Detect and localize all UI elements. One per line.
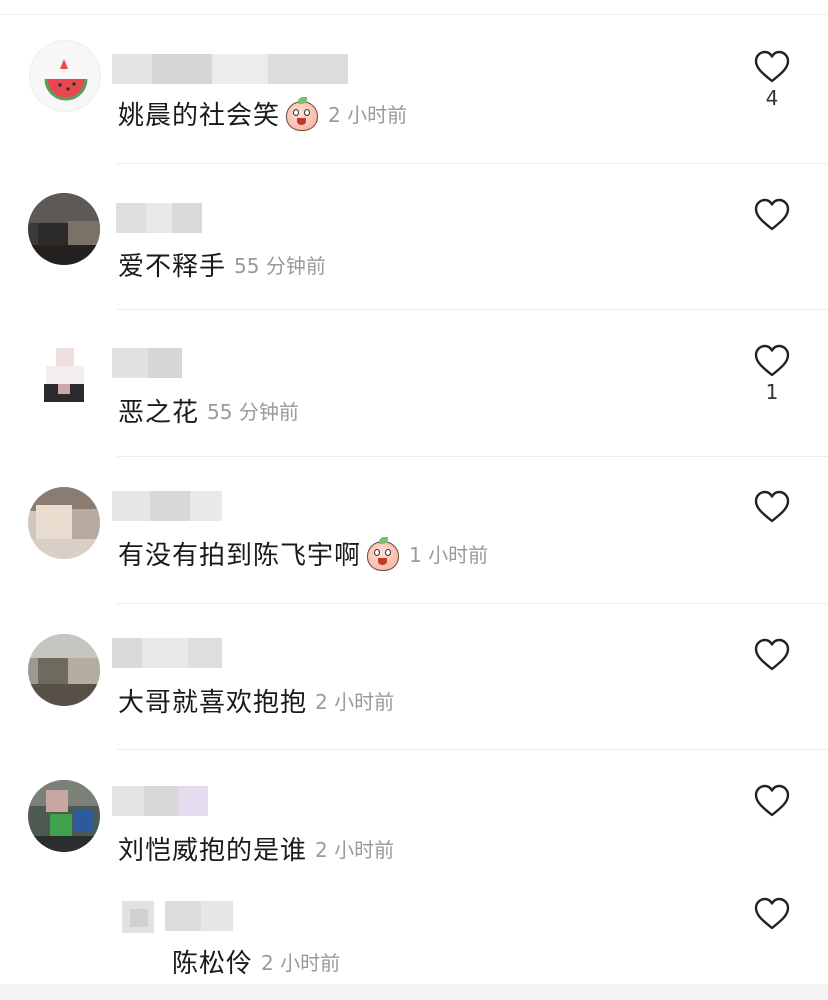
username-blurred[interactable] [116,203,202,233]
like-button[interactable]: 4 [750,50,794,110]
like-button[interactable] [750,784,794,820]
divider [117,749,828,750]
username-blurred[interactable] [112,348,182,378]
username-blurred[interactable] [112,491,222,521]
comment-text: 恶之花 [118,398,200,428]
avatar[interactable] [28,340,100,412]
comment-text: 刘恺威抱的是谁 [118,836,308,866]
comment-text: 姚晨的社会笑 [118,101,281,131]
comment-text-row: 刘恺威抱的是谁 2 小时前 [118,830,394,867]
divider [117,456,828,457]
reply-text-row: 陈松伶 2 小时前 [172,943,340,980]
comment-text-row: 姚晨的社会笑 2 小时前 [118,95,407,132]
comment-time: 55 分钟前 [207,400,299,424]
avatar[interactable] [28,487,100,559]
reply-avatar[interactable] [122,901,154,933]
divider [117,309,828,310]
comment-text: 大哥就喜欢抱抱 [118,688,308,718]
avatar[interactable] [28,634,100,706]
comment-time: 2 小时前 [315,838,395,862]
avatar[interactable] [28,193,100,265]
like-button[interactable] [750,198,794,234]
bottom-edge [0,984,828,1000]
username-blurred[interactable] [112,638,222,668]
comment-text-row: 恶之花 55 分钟前 [118,392,299,429]
peach-emoji-icon [284,96,320,131]
heart-outline-icon [754,344,790,377]
like-button[interactable] [750,638,794,674]
heart-outline-icon [754,897,790,930]
username-blurred[interactable] [112,54,348,84]
like-button[interactable]: 1 [750,344,794,404]
heart-outline-icon [754,50,790,83]
reply-time: 2 小时前 [261,951,341,975]
peach-emoji-icon [365,536,401,571]
comment-time: 1 小时前 [409,543,489,567]
avatar[interactable] [28,780,100,852]
like-count: 4 [765,86,779,110]
like-count: 1 [765,380,779,404]
divider [117,163,828,164]
comment-time: 2 小时前 [328,103,408,127]
like-button[interactable] [750,897,794,933]
comment-text-row: 爱不释手 55 分钟前 [118,246,326,283]
heart-outline-icon [754,198,790,231]
top-divider [0,14,828,15]
username-blurred[interactable] [165,901,233,931]
heart-outline-icon [754,490,790,523]
divider [117,603,828,604]
avatar[interactable] [29,40,101,112]
username-blurred[interactable] [112,786,208,816]
comment-text-row: 大哥就喜欢抱抱 2 小时前 [118,682,394,719]
comment-text: 有没有拍到陈飞宇啊 [118,541,362,571]
heart-outline-icon [754,784,790,817]
comment-time: 55 分钟前 [234,254,326,278]
comment-text: 爱不释手 [118,252,227,282]
reply-text: 陈松伶 [172,949,254,979]
comment-time: 2 小时前 [315,690,395,714]
watermelon-icon [44,59,88,101]
like-button[interactable] [750,490,794,526]
heart-outline-icon [754,638,790,671]
comment-text-row: 有没有拍到陈飞宇啊 1 小时前 [118,535,488,572]
